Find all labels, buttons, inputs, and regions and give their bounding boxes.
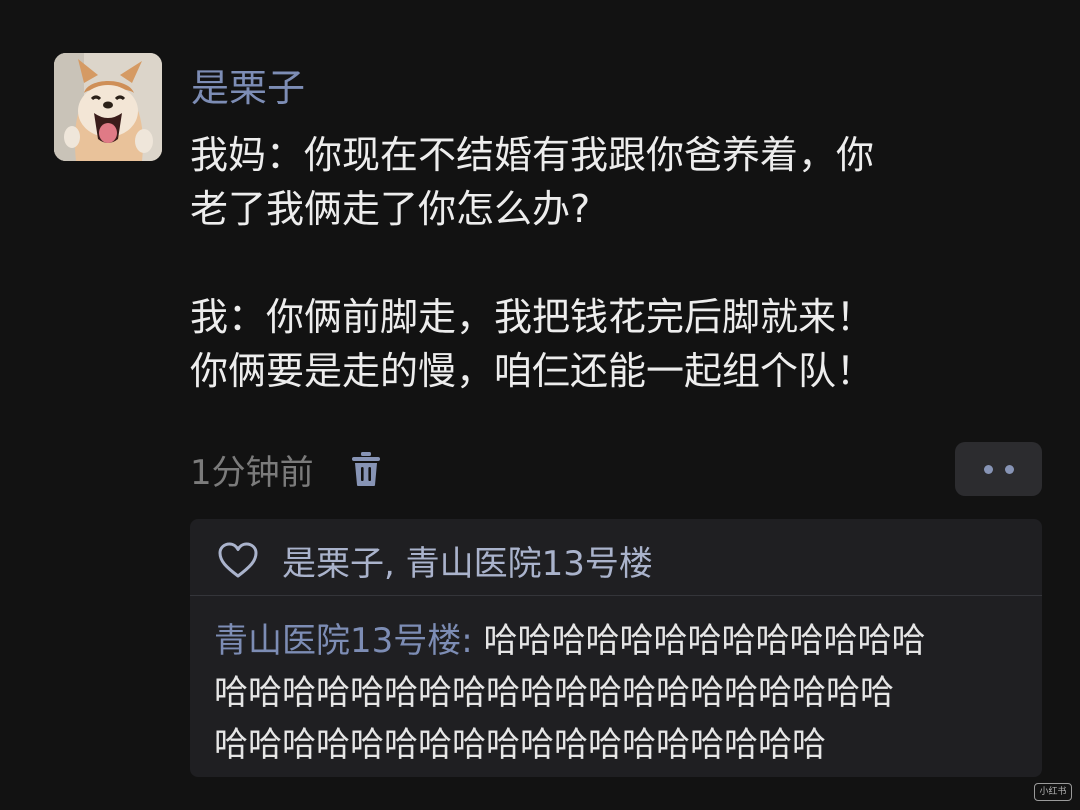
content-line: 你俩要是走的慢，咱仨还能一起组个队！	[190, 349, 875, 393]
post-meta: 1分钟前	[190, 444, 386, 494]
liked-by-names[interactable]: 是栗子, 青山医院13号楼	[282, 536, 653, 585]
timestamp: 1分钟前	[190, 452, 314, 493]
avatar[interactable]	[54, 53, 162, 161]
reply-author[interactable]: 青山医院13号楼	[214, 621, 461, 661]
heart-icon[interactable]	[216, 540, 260, 580]
watermark-logo: 小红书	[1034, 783, 1072, 801]
reply-text: 哈哈哈哈哈哈哈哈哈哈哈哈哈	[483, 621, 926, 661]
more-dots-icon	[983, 464, 993, 474]
more-dots-icon	[1004, 464, 1014, 474]
delete-button[interactable]	[346, 447, 386, 491]
divider	[190, 595, 1042, 596]
content-line: 我妈：你现在不结婚有我跟你爸养着，你	[190, 133, 875, 177]
likes-row: 是栗子, 青山医院13号楼	[216, 535, 653, 585]
reply-separator: :	[461, 621, 473, 661]
author-name[interactable]: 是栗子	[191, 62, 305, 114]
more-options-button[interactable]	[955, 442, 1042, 496]
post-content: 我妈：你现在不结婚有我跟你爸养着，你 老了我俩走了你怎么办? 我：你俩前脚走，我…	[190, 128, 1040, 398]
interaction-card: 是栗子, 青山医院13号楼 青山医院13号楼: 哈哈哈哈哈哈哈哈哈哈哈哈哈 哈哈…	[190, 519, 1042, 777]
reply-line: 哈哈哈哈哈哈哈哈哈哈哈哈哈哈哈哈哈哈哈哈	[214, 673, 894, 713]
content-line: 我：你俩前脚走，我把钱花完后脚就来！	[190, 295, 875, 339]
trash-icon	[351, 452, 380, 486]
reply-line: 哈哈哈哈哈哈哈哈哈哈哈哈哈哈哈哈哈哈	[214, 725, 826, 765]
content-line: 老了我俩走了你怎么办?	[190, 187, 591, 231]
shiba-dog-avatar-image	[54, 53, 162, 161]
comment-post: 是栗子 我妈：你现在不结婚有我跟你爸养着，你 老了我俩走了你怎么办? 我：你俩前…	[0, 0, 1080, 810]
reply-line: 青山医院13号楼: 哈哈哈哈哈哈哈哈哈哈哈哈哈	[214, 615, 1034, 667]
reply-comment: 青山医院13号楼: 哈哈哈哈哈哈哈哈哈哈哈哈哈 哈哈哈哈哈哈哈哈哈哈哈哈哈哈哈哈…	[214, 615, 1034, 771]
